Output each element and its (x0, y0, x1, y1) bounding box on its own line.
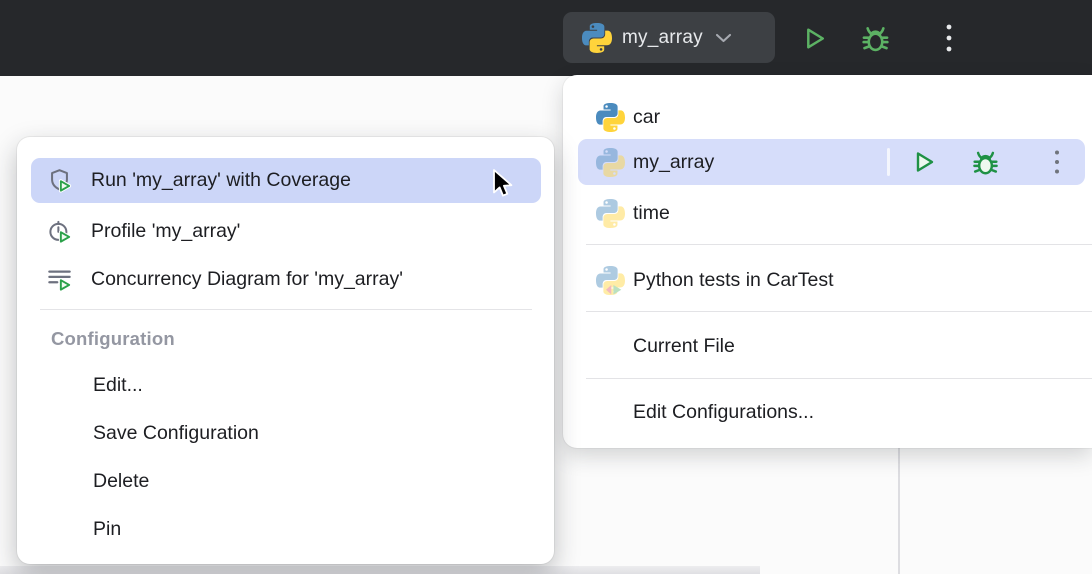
menu-item-label: Delete (93, 470, 149, 493)
menu-item-save-configuration[interactable]: Save Configuration (17, 411, 554, 455)
actions-divider (887, 148, 890, 176)
config-item-label: car (633, 106, 660, 129)
more-actions-button[interactable] (932, 21, 966, 55)
run-icon (909, 147, 939, 177)
row-run-button[interactable] (908, 146, 940, 178)
run-with-coverage-icon (46, 167, 73, 194)
config-item-time[interactable]: time (563, 195, 1092, 231)
debug-icon (970, 147, 1001, 178)
config-item-label: Python tests in CarTest (633, 269, 834, 292)
python-tests-icon (596, 266, 625, 295)
config-item-label: time (633, 202, 670, 225)
menu-item-label: Pin (93, 518, 121, 541)
menu-item-label: Concurrency Diagram for 'my_array' (91, 268, 403, 291)
main-toolbar: my_array (0, 0, 1092, 76)
config-item-my-array[interactable]: my_array (563, 139, 1092, 185)
mouse-cursor (488, 168, 516, 202)
python-icon (582, 23, 612, 53)
row-debug-button[interactable] (969, 146, 1001, 178)
menu-item-label: Run 'my_array' with Coverage (91, 169, 351, 192)
menu-item-concurrency-diagram[interactable]: Concurrency Diagram for 'my_array' (17, 257, 554, 301)
configuration-section-header: Configuration (51, 323, 175, 355)
editor-split-divider (898, 448, 900, 574)
menu-separator (586, 378, 1092, 379)
config-item-car[interactable]: car (563, 99, 1092, 135)
config-item-label: Edit Configurations... (633, 401, 814, 424)
more-kebab-icon (945, 22, 953, 54)
run-configurations-dropdown: car my_array (563, 75, 1092, 448)
menu-item-pin[interactable]: Pin (17, 507, 554, 551)
concurrency-diagram-icon (46, 266, 73, 293)
menu-separator (40, 309, 532, 310)
python-icon (596, 199, 625, 228)
profiler-icon (46, 218, 73, 245)
menu-item-delete[interactable]: Delete (17, 459, 554, 503)
config-item-label: my_array (633, 151, 714, 174)
menu-item-label: Edit... (93, 374, 143, 397)
menu-separator (586, 311, 1092, 312)
screen: my_array car my (0, 0, 1092, 574)
debug-icon (859, 22, 892, 55)
menu-item-profile[interactable]: Profile 'my_array' (17, 209, 554, 253)
chevron-down-icon (715, 33, 732, 43)
menu-item-edit[interactable]: Edit... (17, 363, 554, 407)
menu-item-label: Profile 'my_array' (91, 220, 240, 243)
config-item-label: Current File (633, 335, 735, 358)
menu-item-label: Save Configuration (93, 422, 259, 445)
run-configuration-selector[interactable]: my_array (563, 12, 775, 63)
config-item-current-file[interactable]: Current File (563, 328, 1092, 364)
debug-button[interactable] (858, 21, 892, 55)
config-item-python-tests[interactable]: Python tests in CarTest (563, 262, 1092, 298)
menu-item-run-with-coverage[interactable]: Run 'my_array' with Coverage (17, 158, 554, 203)
run-icon (799, 23, 830, 54)
run-configuration-label: my_array (622, 27, 703, 49)
row-more-button[interactable] (1041, 146, 1073, 178)
edit-configurations-item[interactable]: Edit Configurations... (563, 394, 1092, 430)
more-kebab-icon (1054, 149, 1060, 175)
bottom-window-edge (0, 566, 760, 574)
configuration-context-menu: Run 'my_array' with Coverage Profile 'my… (17, 137, 554, 564)
python-icon (596, 148, 625, 177)
python-icon (596, 103, 625, 132)
run-button[interactable] (797, 21, 831, 55)
menu-separator (586, 244, 1092, 245)
